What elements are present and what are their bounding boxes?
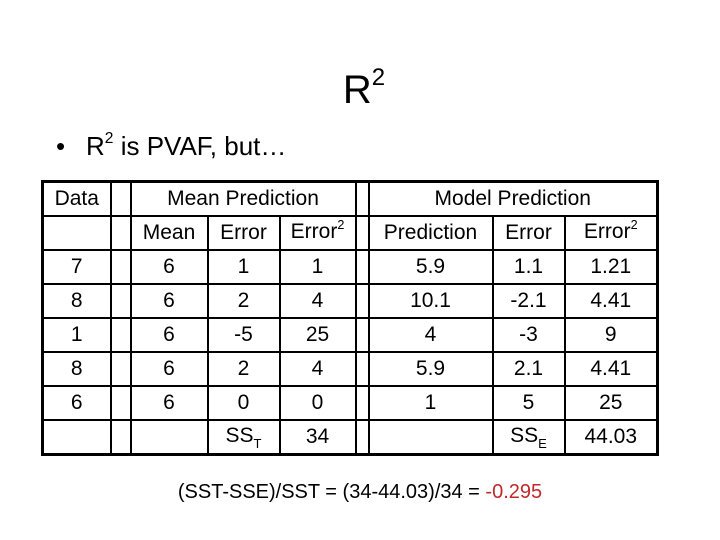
cell-mean-error-squared: 4	[278, 283, 357, 319]
r-squared-formula: (SST-SSE)/SST = (34-44.03)/34 = -0.295	[0, 478, 720, 506]
cell-mean-error-squared: 1	[278, 249, 357, 285]
data-rows: 7 6 1 1 5.9 1.1 1.21 8 6 2 4 10.1 -2.1 4.41 1 6 -5 25 4 -3 9…	[41, 249, 659, 421]
cell-prediction: 5.9	[367, 249, 494, 285]
cell-mean: 6	[129, 317, 209, 353]
bullet-text: is PVAF, but…	[113, 131, 287, 161]
cell-data: 1	[41, 317, 112, 353]
cell-mean-error-squared: 4	[278, 351, 357, 387]
spacer-cell	[109, 385, 132, 421]
cell-data: 8	[41, 351, 112, 387]
table-row: 8 6 2 4 10.1 -2.1 4.41	[41, 283, 659, 319]
cell-mean-error: 2	[206, 283, 281, 319]
cell-model-error: 1.1	[491, 249, 566, 285]
sse-value: 44.03	[563, 419, 659, 456]
spacer-cell	[109, 317, 132, 353]
header-text: Error	[583, 220, 631, 243]
header-mean-prediction: Mean Prediction	[129, 180, 357, 217]
cell-mean-error: -5	[206, 317, 281, 353]
totals-empty	[41, 419, 112, 456]
cell-prediction: 5.9	[367, 351, 494, 387]
header-empty	[41, 215, 112, 251]
spacer-cell	[109, 283, 132, 319]
spacer-cell	[354, 215, 370, 251]
spacer-cell	[109, 419, 132, 456]
cell-mean: 6	[129, 249, 209, 285]
spacer-cell	[354, 317, 370, 353]
cell-mean-error-squared: 0	[278, 385, 357, 421]
cell-prediction: 10.1	[367, 283, 494, 319]
comparison-table: Data Mean Prediction Model Prediction Me…	[41, 180, 659, 456]
cell-model-error-squared: 4.41	[563, 283, 659, 319]
header-text: Error	[290, 220, 338, 243]
title-superscript: 2	[371, 64, 386, 91]
cell-data: 8	[41, 283, 112, 319]
spacer-cell	[354, 419, 370, 456]
totals-empty	[367, 419, 494, 456]
table-row: 1 6 -5 25 4 -3 9	[41, 317, 659, 353]
bullet-marker: •	[56, 131, 66, 161]
label-text: SS	[225, 424, 254, 447]
bullet-point: • R2 is PVAF, but…	[56, 126, 286, 171]
totals-row: SST 34 SSE 44.03	[41, 419, 659, 456]
header-model-error-squared: Error2	[563, 215, 659, 251]
cell-model-error: 5	[491, 385, 566, 421]
cell-mean-error: 2	[206, 351, 281, 387]
table-row: 8 6 2 4 5.9 2.1 4.41	[41, 351, 659, 387]
cell-model-error-squared: 4.41	[563, 351, 659, 387]
spacer-cell	[354, 283, 370, 319]
header-data: Data	[41, 180, 112, 217]
title-base: R	[342, 68, 372, 112]
cell-data: 7	[41, 249, 112, 285]
cell-model-error-squared: 9	[563, 317, 659, 353]
subscript: T	[253, 435, 262, 451]
cell-model-error: -3	[491, 317, 566, 353]
cell-mean-error: 0	[206, 385, 281, 421]
table-row: 7 6 1 1 5.9 1.1 1.21	[41, 249, 659, 285]
cell-prediction: 1	[367, 385, 494, 421]
cell-mean-error-squared: 25	[278, 317, 357, 353]
spacer-cell	[109, 249, 132, 285]
cell-data: 6	[41, 385, 112, 421]
cell-model-error: 2.1	[491, 351, 566, 387]
bullet-superscript: 2	[104, 130, 114, 148]
spacer-cell	[354, 385, 370, 421]
label-text: SS	[510, 424, 539, 447]
superscript: 2	[630, 217, 638, 232]
spacer-cell	[109, 351, 132, 387]
spacer-cell	[354, 351, 370, 387]
header-mean-error: Error	[206, 215, 281, 251]
cell-model-error-squared: 25	[563, 385, 659, 421]
cell-prediction: 4	[367, 317, 494, 353]
cell-mean: 6	[129, 385, 209, 421]
cell-model-error-squared: 1.21	[563, 249, 659, 285]
sst-value: 34	[278, 419, 357, 456]
totals-empty	[129, 419, 209, 456]
cell-mean-error: 1	[206, 249, 281, 285]
header-prediction: Prediction	[367, 215, 494, 251]
sse-label: SSE	[491, 419, 566, 456]
header-mean: Mean	[129, 215, 209, 251]
header-row-1: Data Mean Prediction Model Prediction	[41, 180, 659, 217]
header-model-prediction: Model Prediction	[367, 180, 659, 217]
header-mean-error-squared: Error2	[278, 215, 357, 251]
spacer-cell	[109, 180, 132, 217]
spacer-cell	[354, 249, 370, 285]
header-row-2: Mean Error Error2 Prediction Error Error…	[41, 215, 659, 251]
cell-mean: 6	[129, 351, 209, 387]
subscript: E	[538, 435, 547, 451]
cell-mean: 6	[129, 283, 209, 319]
formula-result: -0.295	[485, 481, 543, 503]
spacer-cell	[109, 215, 132, 251]
cell-model-error: -2.1	[491, 283, 566, 319]
table-row: 6 6 0 0 1 5 25	[41, 385, 659, 421]
slide-title: R2	[0, 64, 720, 120]
formula-expression: (SST-SSE)/SST = (34-44.03)/34 =	[177, 481, 486, 503]
superscript: 2	[337, 217, 345, 232]
spacer-cell	[354, 180, 370, 217]
header-model-error: Error	[491, 215, 566, 251]
sst-label: SST	[206, 419, 281, 456]
bullet-lead: R	[86, 131, 105, 161]
